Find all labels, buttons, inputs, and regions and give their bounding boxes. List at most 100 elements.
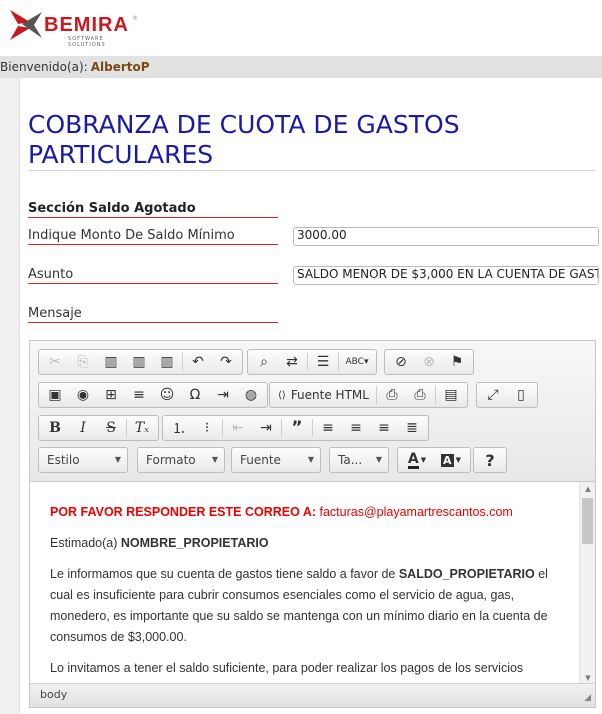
reply-label: POR FAVOR RESPONDER ESTE CORREO A: <box>50 505 317 519</box>
print-icon[interactable]: ⎙ <box>406 384 434 406</box>
maximize-icon[interactable]: ⤢ <box>479 384 507 406</box>
align-right-icon[interactable]: ≡ <box>370 417 398 439</box>
style-combo[interactable]: Estilo ▼ <box>38 447 128 473</box>
toolbar-colors-group: A ▼ A ▼ <box>397 447 471 473</box>
special-char-icon[interactable]: Ω <box>181 384 209 406</box>
italic-icon[interactable]: I <box>69 417 97 439</box>
source-html-icon: ⟨⟩ <box>278 389 286 401</box>
toolbar-link-group: ⊘ ⊗ ⚑ <box>384 349 474 375</box>
greeting-line: Estimado(a) NOMBRE_PROPIETARIO <box>50 533 559 554</box>
owner-variable: NOMBRE_PROPIETARIO <box>120 536 269 550</box>
horizontal-line-icon[interactable]: ≡ <box>125 384 153 406</box>
editor-toolbar: ✂ ⎘ ▥ ▥ ▥ ↶ ↷ ⌕ ⇄ ☰ ABC▾ ⊘ ⊗ ⚑ ▣ ◉ ⊞ ≡ ☺… <box>30 341 595 482</box>
replace-icon[interactable]: ⇄ <box>278 351 306 373</box>
paste-text-icon[interactable]: ▥ <box>125 351 153 373</box>
iframe-icon[interactable]: ◍ <box>237 384 265 406</box>
scroll-up-icon[interactable]: ▲ <box>580 482 596 496</box>
show-blocks-icon[interactable]: ▯ <box>507 384 535 406</box>
element-path[interactable]: body <box>40 688 67 701</box>
find-icon[interactable]: ⌕ <box>250 351 278 373</box>
toolbar-separator <box>312 419 313 437</box>
toolbar-help-group: ? <box>473 447 507 473</box>
message-editor[interactable]: ✂ ⎘ ▥ ▥ ▥ ↶ ↷ ⌕ ⇄ ☰ ABC▾ ⊘ ⊗ ⚑ ▣ ◉ ⊞ ≡ ☺… <box>29 340 596 708</box>
unlink-icon[interactable]: ⊗ <box>415 351 443 373</box>
chevron-down-icon: ▼ <box>211 455 218 464</box>
format-combo[interactable]: Formato ▼ <box>137 447 225 473</box>
min-amount-label: Indique Monto De Saldo Mínimo <box>28 228 278 245</box>
text-color-button[interactable]: A ▼ <box>400 449 434 471</box>
source-html-button[interactable]: ⟨⟩ Fuente HTML <box>272 384 375 406</box>
toolbar-basic-styles-group: B I S Tₓ <box>38 415 159 441</box>
resize-handle-icon[interactable]: ◢ <box>584 693 591 703</box>
preview-icon[interactable]: ⎙ <box>378 384 406 406</box>
scroll-thumb[interactable] <box>582 498 593 544</box>
bulleted-list-icon[interactable]: ⁝ <box>193 417 221 439</box>
background-color-button[interactable]: A ▼ <box>434 449 468 471</box>
balance-paragraph: Le informamos que su cuenta de gastos ti… <box>50 564 559 648</box>
redo-icon[interactable]: ↷ <box>212 351 240 373</box>
outdent-icon[interactable]: ⇤ <box>224 417 252 439</box>
editor-scrollbar[interactable]: ▲ ▼ <box>579 482 595 685</box>
background-color-icon: A <box>441 453 454 467</box>
help-icon[interactable]: ? <box>476 449 504 471</box>
toolbar-find-group: ⌕ ⇄ ☰ ABC▾ <box>247 349 377 375</box>
page-break-icon[interactable]: ⇥ <box>209 384 237 406</box>
editor-statusbar: body ◢ <box>30 683 595 707</box>
numbered-list-icon[interactable]: ⒈ <box>165 417 193 439</box>
source-html-label: Fuente HTML <box>290 388 369 402</box>
undo-icon[interactable]: ↶ <box>184 351 212 373</box>
image-icon[interactable]: ▣ <box>41 384 69 406</box>
min-amount-input[interactable]: 3000.00 <box>293 227 599 246</box>
anchor-icon[interactable]: ⚑ <box>443 351 471 373</box>
paste-icon[interactable]: ▥ <box>97 351 125 373</box>
title-divider <box>28 170 596 171</box>
subject-input[interactable]: SALDO MENOR DE $3,000 EN LA CUENTA DE GA… <box>293 266 599 285</box>
templates-icon[interactable]: ▤ <box>437 384 465 406</box>
cut-icon[interactable]: ✂ <box>41 351 69 373</box>
format-combo-label: Formato <box>146 453 196 467</box>
welcome-label: Bienvenido(a): <box>0 60 88 74</box>
size-combo-label: Ta... <box>338 453 363 467</box>
align-center-icon[interactable]: ≡ <box>342 417 370 439</box>
strike-icon[interactable]: S <box>97 417 125 439</box>
spellcheck-icon[interactable]: ABC▾ <box>340 351 374 373</box>
balance-variable: SALDO_PROPIETARIO <box>398 567 535 581</box>
left-sidebar-strip <box>0 78 20 714</box>
editor-content[interactable]: POR FAVOR RESPONDER ESTE CORREO A: factu… <box>30 482 579 685</box>
link-icon[interactable]: ⊘ <box>387 351 415 373</box>
balance-paragraph-a: Le informamos que su cuenta de gastos ti… <box>50 567 396 581</box>
invite-paragraph: Lo invitamos a tener el saldo suficiente… <box>50 661 524 675</box>
copy-icon[interactable]: ⎘ <box>69 351 97 373</box>
align-justify-icon[interactable]: ≣ <box>398 417 426 439</box>
table-icon[interactable]: ⊞ <box>97 384 125 406</box>
paste-word-icon[interactable]: ▥ <box>153 351 181 373</box>
toolbar-insert-group: ▣ ◉ ⊞ ≡ ☺ Ω ⇥ ◍ <box>38 382 268 408</box>
greeting-text: Estimado(a) <box>50 536 118 550</box>
blockquote-icon[interactable]: ” <box>283 417 311 439</box>
toolbar-list-group: ⒈ ⁝ ⇤ ⇥ ” ≡ ≡ ≡ ≣ <box>162 415 429 441</box>
toolbar-separator <box>126 419 127 437</box>
align-left-icon[interactable]: ≡ <box>314 417 342 439</box>
toolbar-separator <box>375 386 377 404</box>
remove-format-icon[interactable]: Tₓ <box>128 417 156 439</box>
font-combo-label: Fuente <box>240 453 281 467</box>
select-all-icon[interactable]: ☰ <box>309 351 337 373</box>
toolbar-view-group: ⤢ ▯ <box>476 382 538 408</box>
chevron-down-icon: ▼ <box>114 455 121 464</box>
font-combo[interactable]: Fuente ▼ <box>231 447 321 473</box>
toolbar-document-group: ⟨⟩ Fuente HTML ⎙ ⎙ ▤ <box>269 382 468 408</box>
toolbar-separator <box>182 353 183 371</box>
brand-tagline: SOFTWARE SOLUTIONS <box>68 36 106 48</box>
logo-mark-icon <box>10 10 42 40</box>
welcome-bar: Bienvenido(a): AlbertoP <box>0 56 602 78</box>
brand-registered: ® <box>132 15 138 22</box>
toolbar-separator <box>281 419 282 437</box>
chevron-down-icon: ▼ <box>375 455 382 464</box>
style-combo-label: Estilo <box>47 453 80 467</box>
bold-icon[interactable]: B <box>41 417 69 439</box>
flash-icon[interactable]: ◉ <box>69 384 97 406</box>
smiley-icon[interactable]: ☺ <box>153 384 181 406</box>
size-combo[interactable]: Ta... ▼ <box>329 447 389 473</box>
indent-icon[interactable]: ⇥ <box>252 417 280 439</box>
brand-logo: BEMIRA ® SOFTWARE SOLUTIONS <box>8 8 138 48</box>
